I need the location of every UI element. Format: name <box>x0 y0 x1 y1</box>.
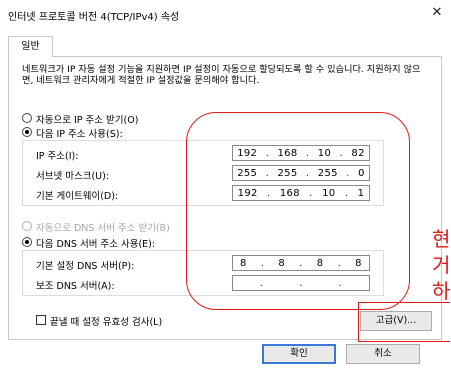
radio-manual-dns-label: 다음 DNS 서버 주소 사용(E): <box>36 239 156 250</box>
description-text: 네트워크가 IP 자동 설정 기능을 지원하면 IP 설정이 자동으로 할당되도… <box>22 64 421 86</box>
radio-manual-dns-circle[interactable] <box>22 237 32 247</box>
radio-auto-dns-circle[interactable] <box>22 221 32 231</box>
validate-checkbox-box[interactable] <box>36 315 46 325</box>
alternate-dns-label: 보조 DNS 서버(A): <box>36 281 115 292</box>
annotation-text-line: 현 <box>432 227 451 251</box>
ip-address-label: IP 주소(I): <box>36 151 79 162</box>
window-title: 인터넷 프로토콜 버전 4(TCP/IPv4) 속성 <box>8 12 180 23</box>
annotation-text-line: 거 <box>432 253 451 277</box>
default-gateway-label: 기본 게이트웨이(D): <box>36 191 119 202</box>
subnet-mask-label: 서브넷 마스크(U): <box>36 171 110 182</box>
validate-checkbox-label: 끝낼 때 설정 유효성 검사(L) <box>50 317 163 328</box>
close-icon[interactable]: ✕ <box>428 4 446 22</box>
red-highlight-ellipse <box>186 112 410 310</box>
radio-auto-ip-circle[interactable] <box>22 113 32 123</box>
red-highlight-box <box>358 302 450 342</box>
preferred-dns-label: 기본 설정 DNS 서버(P): <box>36 261 135 272</box>
radio-auto-dns-label: 자동으로 DNS 서버 주소 받기(B) <box>36 223 170 234</box>
radio-auto-ip-label: 자동으로 IP 주소 받기(O) <box>36 115 139 126</box>
cancel-button[interactable]: 취소 <box>346 344 420 364</box>
tab-general[interactable]: 일반 <box>8 36 53 57</box>
radio-manual-ip-circle[interactable] <box>22 127 32 137</box>
radio-manual-ip-label: 다음 IP 주소 사용(S): <box>36 129 123 140</box>
ok-button[interactable]: 확인 <box>262 344 336 364</box>
validate-settings-checkbox[interactable]: 끝낼 때 설정 유효성 검사(L) <box>36 314 236 328</box>
annotation-text-line: 하 <box>432 279 451 303</box>
